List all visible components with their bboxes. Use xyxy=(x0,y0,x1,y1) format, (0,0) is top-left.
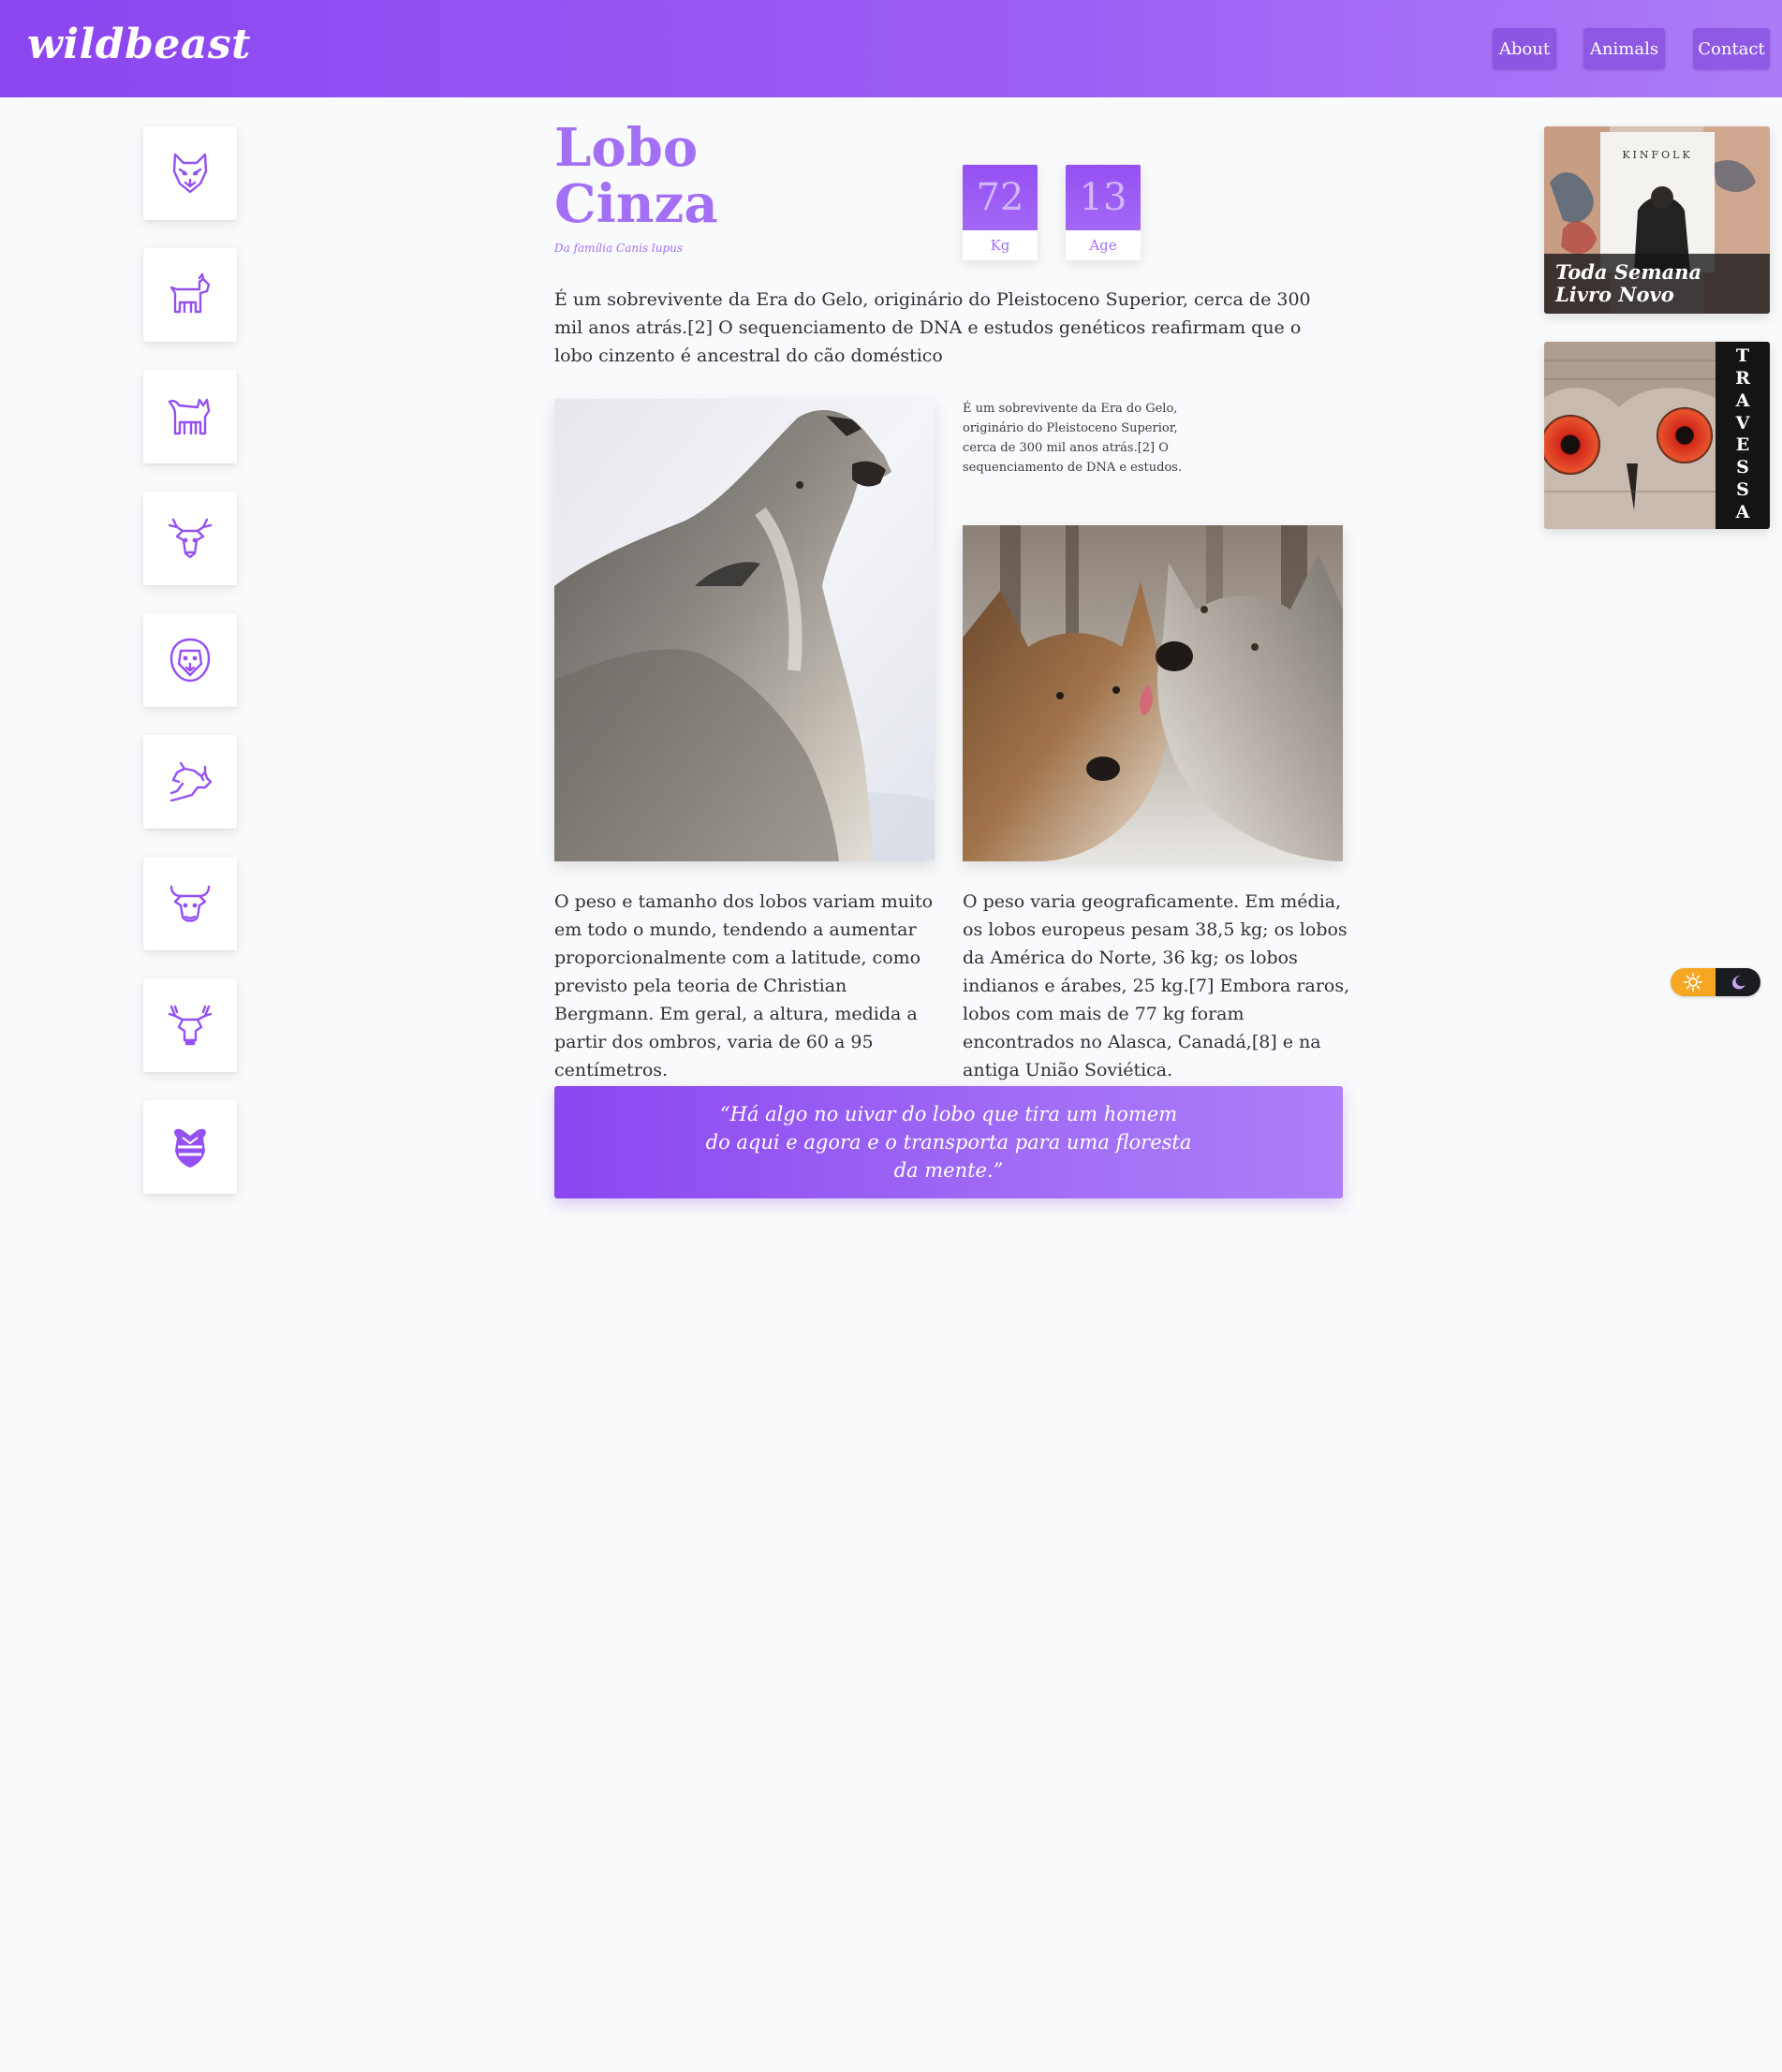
sidebar-item-dog[interactable] xyxy=(143,248,237,342)
sidebar-item-bee[interactable] xyxy=(143,1100,237,1194)
travessa-letter: A xyxy=(1735,389,1750,411)
cat-icon xyxy=(168,398,211,435)
travessa-letter: V xyxy=(1735,412,1750,434)
dog-icon xyxy=(169,272,211,314)
travessa-letter: S xyxy=(1736,457,1749,478)
lion-icon xyxy=(169,638,211,683)
kinfolk-caption-line1: Toda Semana xyxy=(1555,260,1702,284)
travessa-letter: R xyxy=(1735,367,1750,389)
nav-about-button[interactable]: About xyxy=(1493,28,1556,69)
travessa-letter: S xyxy=(1736,479,1749,501)
page-subtitle: Da família Canis lupus xyxy=(554,242,684,255)
dark-mode-button[interactable] xyxy=(1716,968,1760,996)
theme-toggle[interactable] xyxy=(1671,968,1760,996)
sun-icon xyxy=(1684,973,1702,992)
stat-weight-value: 72 xyxy=(963,165,1038,230)
travessa-ad[interactable]: T R A V E S S A xyxy=(1544,342,1770,529)
quote-text: “Há algo no uivar do lobo que tira um ho… xyxy=(705,1103,1192,1182)
travessa-wordmark: T R A V E S S A xyxy=(1716,342,1770,529)
top-header: wildbeast About Animals Contact xyxy=(0,0,1782,97)
sidebar-item-wolf[interactable] xyxy=(143,126,237,220)
deer-icon xyxy=(168,518,213,559)
sidebar-item-lion[interactable] xyxy=(143,613,237,707)
moon-icon xyxy=(1732,976,1745,990)
sidebar-item-deer[interactable] xyxy=(143,492,237,585)
size-paragraph: O peso e tamanho dos lobos variam muito … xyxy=(554,891,934,1080)
weight-paragraph: O peso varia geograficamente. Em média, … xyxy=(963,891,1350,1080)
travessa-letter: T xyxy=(1735,345,1750,366)
stat-age-label: Age xyxy=(1089,237,1117,254)
bee-icon xyxy=(174,1128,206,1168)
nav-animals-button[interactable]: Animals xyxy=(1583,28,1665,69)
site-logo[interactable]: wildbeast xyxy=(27,21,251,68)
rhino-icon xyxy=(169,761,213,802)
sidebar-item-moose[interactable] xyxy=(143,978,237,1072)
kinfolk-ad[interactable]: KINFOLK Toda Semana Livro Novo xyxy=(1544,126,1770,314)
sidebar-item-bull[interactable] xyxy=(143,857,237,950)
howling-wolf-photo xyxy=(554,399,935,861)
kinfolk-caption-line2: Livro Novo xyxy=(1555,283,1674,306)
sidebar-item-rhino[interactable] xyxy=(143,735,237,829)
light-mode-button[interactable] xyxy=(1671,968,1716,996)
quote-banner: “Há algo no uivar do lobo que tira um ho… xyxy=(554,1086,1343,1198)
bull-icon xyxy=(169,885,211,922)
intro-paragraph: É um sobrevivente da Era do Gelo, origin… xyxy=(554,289,1311,366)
kinfolk-caption: Toda Semana Livro Novo xyxy=(1544,254,1770,314)
stat-weight: 72 Kg xyxy=(963,165,1038,260)
travessa-letter: E xyxy=(1735,434,1750,456)
sidebar-item-cat[interactable] xyxy=(143,370,237,463)
moose-icon xyxy=(168,1005,213,1046)
stat-age: 13 Age xyxy=(1066,165,1141,260)
side-note-paragraph: É um sobrevivente da Era do Gelo, origin… xyxy=(963,402,1183,475)
stat-age-value: 13 xyxy=(1066,165,1141,230)
kinfolk-brand: KINFOLK xyxy=(1622,149,1693,161)
travessa-letter: A xyxy=(1735,501,1750,522)
stat-weight-label: Kg xyxy=(990,237,1010,254)
nav-contact-button[interactable]: Contact xyxy=(1693,28,1770,69)
two-wolves-photo xyxy=(963,525,1343,861)
owl-ad-image xyxy=(1544,342,1716,529)
wolf-icon xyxy=(172,153,208,194)
page-title: Lobo Cinza xyxy=(554,117,718,235)
